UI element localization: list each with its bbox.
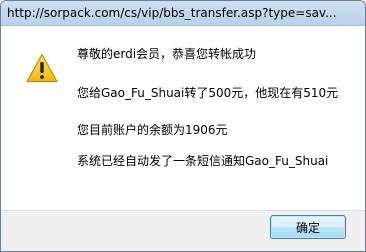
alert-dialog-window: http://sorpack.com/cs/vip/bbs_transfer.a… xyxy=(0,0,366,252)
title-bar[interactable]: http://sorpack.com/cs/vip/bbs_transfer.a… xyxy=(1,1,365,26)
dialog-content: 尊敬的erdi会员，恭喜您转帐成功 您给Gao_Fu_Shuai转了500元，他… xyxy=(1,26,365,210)
window-title: http://sorpack.com/cs/vip/bbs_transfer.a… xyxy=(7,6,337,20)
message-line-transfer: 您给Gao_Fu_Shuai转了500元，他现在有510元 xyxy=(77,86,339,100)
message-line-balance: 您目前账户的余额为1906元 xyxy=(77,123,228,137)
warning-icon xyxy=(26,53,58,83)
message-line-greeting: 尊敬的erdi会员，恭喜您转帐成功 xyxy=(77,47,257,61)
dialog-footer: 确定 xyxy=(1,210,365,251)
message-line-sms-notice: 系统已经自动发了一条短信通知Gao_Fu_Shuai xyxy=(77,154,329,168)
ok-button[interactable]: 确定 xyxy=(270,215,346,239)
